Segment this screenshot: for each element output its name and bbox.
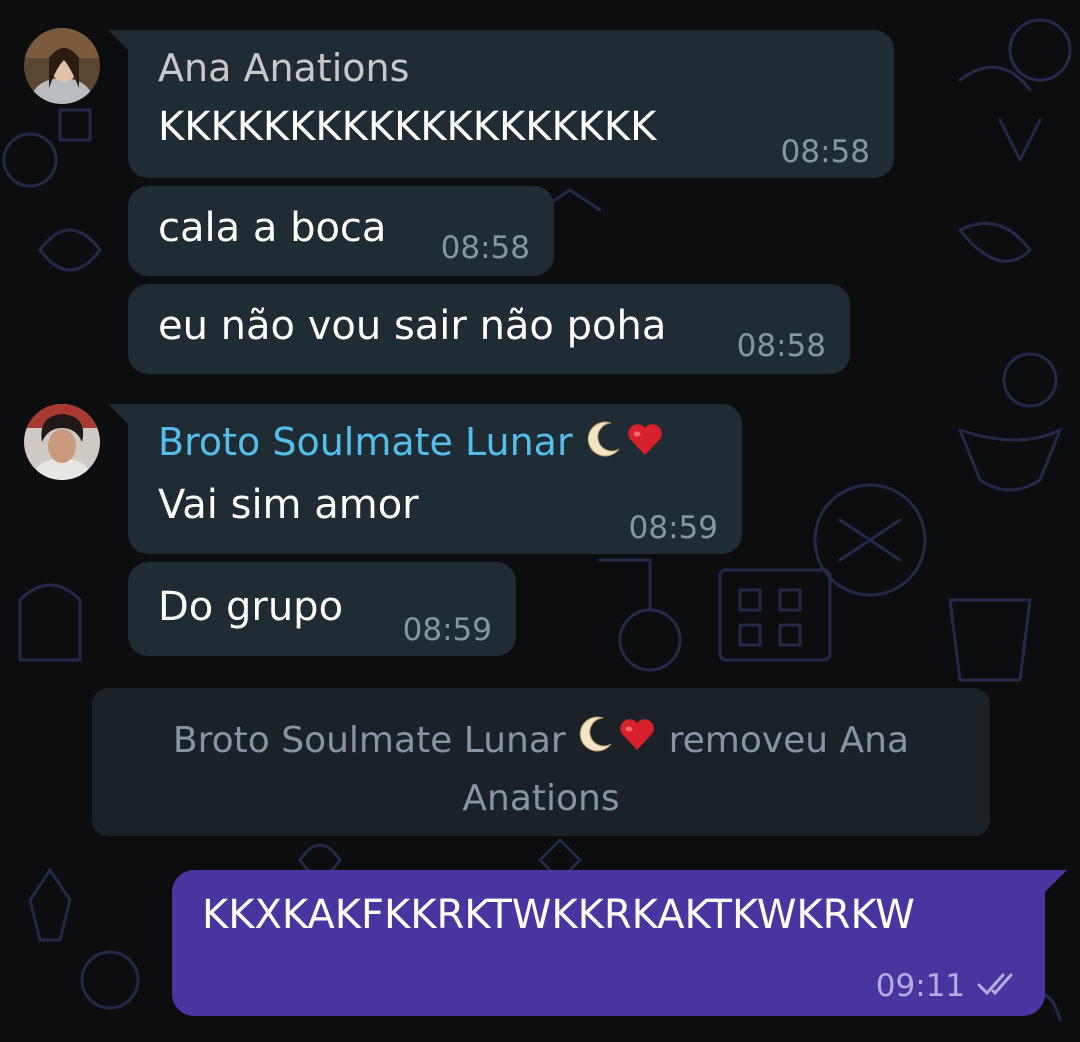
sender-name-text: Broto Soulmate Lunar: [158, 420, 573, 464]
system-message: Broto Soulmate Lunar removeu Ana Anation…: [92, 688, 990, 836]
sender-name[interactable]: Ana Anations: [158, 44, 409, 92]
message-bubble[interactable]: Broto Soulmate Lunar Vai sim amor 08:59: [128, 404, 742, 554]
outgoing-time: 09:11: [875, 968, 966, 1004]
avatar-ana[interactable]: [24, 28, 100, 104]
system-line-2: Anations: [462, 777, 620, 819]
bubble-tail: [108, 404, 130, 426]
message-time: 08:59: [402, 612, 492, 648]
message-time: 08:59: [628, 510, 718, 546]
red-heart-icon: [617, 714, 657, 771]
message-bubble[interactable]: eu não vou sair não poha 08:58: [128, 284, 850, 374]
message-time: 08:58: [780, 134, 870, 170]
message-text: Vai sim amor: [158, 482, 419, 528]
message-time: 08:58: [736, 328, 826, 364]
message-time: 09:11: [876, 968, 1021, 1007]
message-text: eu não vou sair não poha: [158, 303, 667, 349]
system-action: removeu Ana: [668, 720, 910, 761]
red-heart-icon: [625, 419, 665, 470]
sender-name[interactable]: Broto Soulmate Lunar: [158, 418, 665, 470]
message-text: Do grupo: [158, 584, 344, 630]
message-text: cala a boca: [158, 205, 387, 251]
message-bubble[interactable]: Ana Anations KKKKKKKKKKKKKKKKKKK 08:58: [128, 30, 894, 178]
system-line-1: Broto Soulmate Lunar removeu Ana: [92, 713, 990, 771]
message-bubble[interactable]: Do grupo 08:59: [128, 562, 516, 656]
bubble-tail: [108, 30, 130, 52]
chat-area: Ana Anations KKKKKKKKKKKKKKKKKKK 08:58 c…: [0, 0, 1080, 1042]
outgoing-message-bubble[interactable]: KKXKAKFKKRKTWKKRKAKTKWKRKW 09:11: [172, 870, 1045, 1016]
message-time: 08:58: [440, 230, 530, 266]
message-bubble[interactable]: cala a boca 08:58: [128, 186, 554, 276]
double-check-icon: [975, 969, 1021, 1007]
avatar-broto[interactable]: [24, 404, 100, 480]
outgoing-message-text: KKXKAKFKKRKTWKKRKAKTKWKRKW: [202, 892, 915, 938]
crescent-moon-icon: [585, 419, 625, 470]
crescent-moon-icon: [577, 714, 617, 771]
system-actor: Broto Soulmate Lunar: [172, 720, 566, 761]
message-text: KKKKKKKKKKKKKKKKKKK: [158, 104, 657, 150]
bubble-tail-outgoing: [1045, 870, 1067, 892]
